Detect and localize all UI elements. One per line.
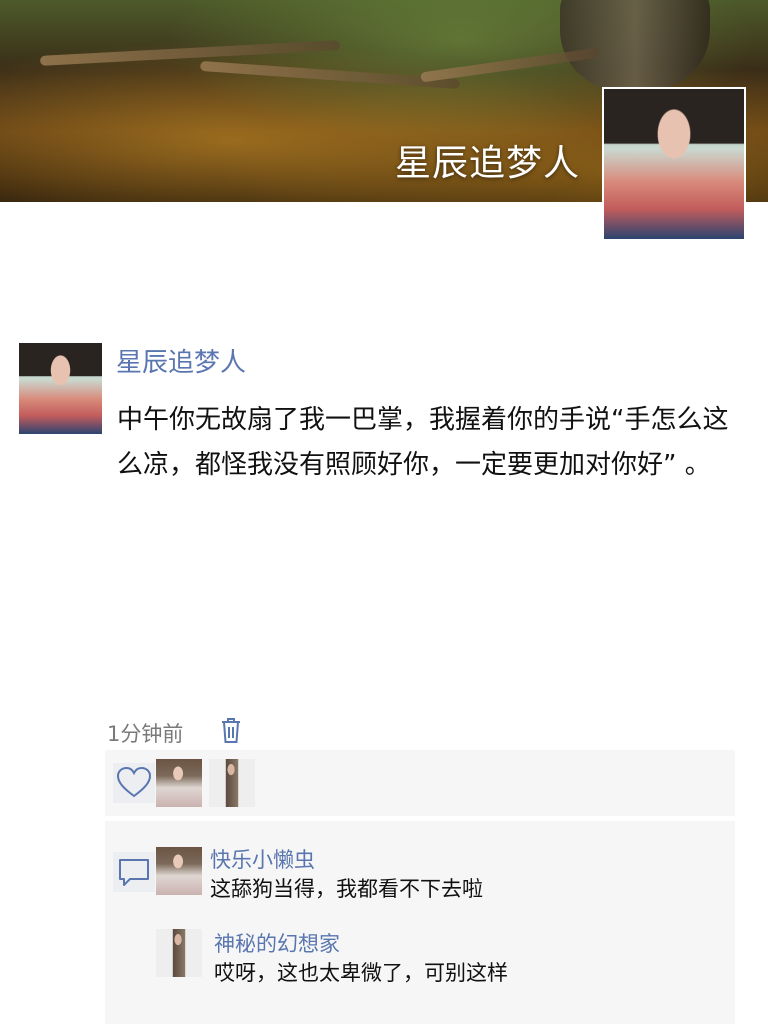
- tree-trunk: [560, 0, 710, 90]
- comment-text: 哎呀，这也太卑微了，可别这样: [214, 961, 508, 985]
- trash-icon[interactable]: [219, 716, 243, 744]
- commenter-avatar[interactable]: [156, 929, 202, 977]
- post-timestamp: 1分钟前: [107, 722, 184, 746]
- cover-username: 星辰追梦人: [394, 143, 580, 184]
- comment-icon[interactable]: [113, 852, 155, 892]
- commenter-avatar[interactable]: [156, 847, 202, 895]
- profile-avatar[interactable]: [602, 87, 746, 241]
- comment-author[interactable]: 快乐小懒虫: [210, 844, 315, 874]
- liker-avatar[interactable]: [209, 759, 255, 807]
- tree-root: [39, 40, 341, 66]
- moments-page: 星辰追梦人 星辰追梦人 中午你无故扇了我一巴掌，我握着你的手说“手怎么这么凉，都…: [0, 0, 768, 1024]
- comment-author[interactable]: 神秘的幻想家: [214, 928, 340, 958]
- liker-avatar[interactable]: [156, 759, 202, 807]
- post-author-avatar[interactable]: [19, 343, 102, 434]
- post-author-name[interactable]: 星辰追梦人: [116, 342, 246, 379]
- post-content: 中午你无故扇了我一巴掌，我握着你的手说“手怎么这么凉，都怪我没有照顾好你，一定要…: [117, 405, 729, 480]
- heart-icon[interactable]: [113, 763, 155, 803]
- comment-text: 这舔狗当得，我都看不下去啦: [210, 877, 483, 901]
